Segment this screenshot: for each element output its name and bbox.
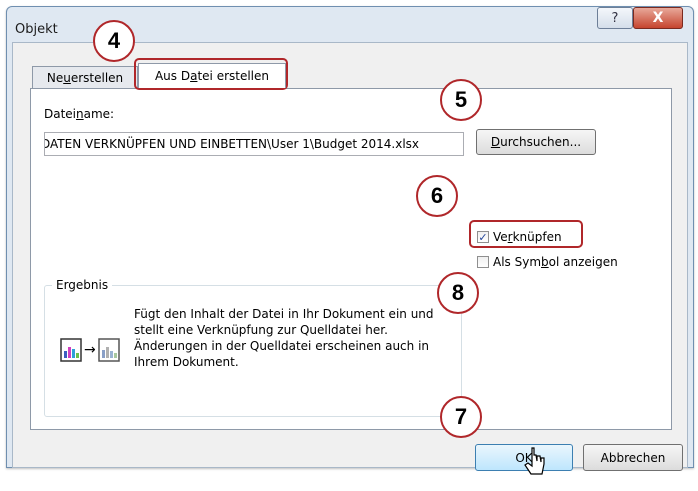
filename-label: Dateiname: xyxy=(44,107,114,121)
tab-label-key: u xyxy=(63,71,71,85)
tab-label-post: erstellen xyxy=(70,71,124,85)
callout-7: 7 xyxy=(440,396,482,438)
callout-4: 4 xyxy=(93,20,135,62)
cancel-label: Abbrechen xyxy=(600,450,666,465)
linked-document-icon xyxy=(97,338,120,362)
tab-label-key: a xyxy=(190,69,198,83)
callout-8: 8 xyxy=(437,272,479,314)
browse-label-post: urchsuchen... xyxy=(500,135,582,149)
result-legend: Ergebnis xyxy=(52,278,113,292)
tab-neu-erstellen[interactable]: Ne u erstellen xyxy=(32,66,138,89)
filename-input[interactable]: DATEN VERKNÜPFEN UND EINBETTEN\User 1\Bu… xyxy=(44,132,464,156)
tab-aus-datei-erstellen[interactable]: Aus Da tei erstellen xyxy=(138,63,286,88)
highlight-link-option xyxy=(469,220,583,248)
close-button[interactable]: X xyxy=(633,7,683,29)
arrow-icon: → xyxy=(84,342,96,358)
callout-6: 6 xyxy=(416,175,458,217)
tab-label-pre: Ne xyxy=(46,71,64,85)
icon-checkbox[interactable] xyxy=(477,256,489,268)
result-illustration: → xyxy=(60,338,120,362)
filename-value: DATEN VERKNÜPFEN UND EINBETTEN\User 1\Bu… xyxy=(44,137,420,151)
filename-label-post: ame: xyxy=(83,107,115,121)
tab-label-pre: Aus D xyxy=(154,69,191,83)
help-button[interactable]: ? xyxy=(597,7,633,29)
browse-button[interactable]: Durchsuchen... xyxy=(476,129,596,155)
icon-label: Als Symbol anzeigen xyxy=(493,255,618,269)
cancel-button[interactable]: Abbrechen xyxy=(583,444,683,471)
document-chart-icon xyxy=(60,338,82,362)
result-description: Fügt den Inhalt der Datei in Ihr Dokumen… xyxy=(134,307,434,369)
icon-label-post: ol anzeigen xyxy=(548,255,618,269)
window-title: Objekt xyxy=(15,22,58,37)
icon-label-pre: Als Sym xyxy=(493,255,542,269)
browse-label-key: D xyxy=(490,135,501,149)
filename-label-pre: Datei xyxy=(44,107,77,121)
filename-label-key: n xyxy=(76,107,84,121)
callout-5: 5 xyxy=(440,79,482,121)
tab-label-post: tei erstellen xyxy=(197,69,270,83)
icon-option[interactable]: Als Symbol anzeigen xyxy=(477,255,618,269)
icon-label-key: b xyxy=(541,255,549,269)
mouse-cursor-icon xyxy=(524,447,545,475)
